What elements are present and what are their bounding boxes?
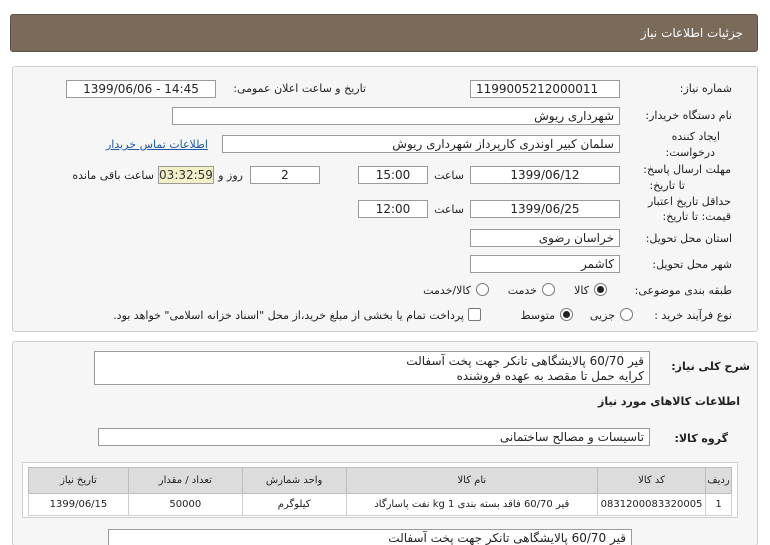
announce-label: تاریخ و ساعت اعلان عمومی: (233, 82, 366, 95)
col-goods-code: کد کالا (597, 467, 707, 494)
city-field: کاشمر (470, 255, 620, 273)
reply-time-field: 15:00 (358, 166, 428, 184)
process-minor-radio[interactable] (620, 308, 633, 321)
remaining-label: ساعت باقی مانده (72, 169, 154, 182)
treasury-payment-note: پرداخت تمام یا بخشی از مبلغ خرید،از محل … (113, 309, 464, 322)
cell-goods-name: قیر 60/70 فاقد بسته بندی 1 kg نفت پاسارگ… (345, 493, 599, 516)
description-line-2: کرایه حمل تا مقصد به عهده فروشنده (456, 369, 644, 383)
goods-group-label: گروه کالا: (674, 432, 728, 445)
need-number-field: 1199005212000011 (470, 80, 620, 98)
col-quantity: تعداد / مقدار (127, 467, 243, 494)
col-goods-name: نام کالا (345, 467, 599, 494)
category-goods-service-radio[interactable] (476, 283, 489, 296)
days-label: روز و (218, 169, 243, 182)
treasury-payment-checkbox[interactable] (468, 308, 481, 321)
header-bar: جزئیات اطلاعات نیاز (10, 14, 758, 52)
goods-info-title: اطلاعات کالاهای مورد نیاز (598, 395, 740, 408)
process-medium-label: متوسط (520, 309, 555, 322)
buyer-org-field: شهرداری ریوش (172, 107, 620, 125)
description-box: قیر 60/70 پالایشگاهی تانکر جهت پخت آسفال… (94, 351, 650, 385)
category-goods-label: کالا (574, 284, 589, 297)
cell-row-number: 1 (705, 493, 732, 516)
description-line-1: قیر 60/70 پالایشگاهی تانکر جهت پخت آسفال… (406, 354, 644, 368)
cell-quantity: 50000 (127, 493, 243, 516)
contact-buyer-link[interactable]: اطلاعات تماس خریدار (106, 138, 208, 151)
goods-group-field: تاسیسات و مصالح ساختمانی (98, 428, 650, 446)
province-label: استان محل تحویل: (645, 232, 732, 245)
bottom-description-box: قیر 60/70 پالایشگاهی تانکر جهت پخت آسفال… (108, 529, 632, 545)
category-label: طبقه بندی موضوعی: (634, 284, 732, 297)
creator-label-2: درخواست: (665, 146, 715, 159)
col-row-number: ردیف (705, 467, 732, 494)
page-title: جزئیات اطلاعات نیاز (640, 26, 743, 40)
creator-label-1: ایجاد کننده (671, 130, 720, 143)
buyer-org-label: نام دستگاه خریدار: (645, 109, 732, 122)
goods-table: ردیف کد کالا نام کالا واحد شمارش تعداد /… (28, 467, 732, 516)
process-label: نوع فرآیند خرید : (654, 309, 732, 322)
reply-deadline-label-1: مهلت ارسال پاسخ: (643, 163, 731, 176)
category-goods-service-label: کالا/خدمت (423, 284, 471, 297)
announce-field: 1399/06/06 - 14:45 (66, 80, 216, 98)
city-label: شهر محل تحویل: (652, 258, 732, 271)
description-label: شرح کلی نیاز: (671, 360, 750, 373)
validity-time-field: 12:00 (358, 200, 428, 218)
cell-need-date: 1399/06/15 (28, 493, 129, 516)
category-service-label: خدمت (507, 284, 537, 297)
creator-field: سلمان کبیر اوندری کارپرداز شهرداری ریوش (222, 135, 620, 153)
cell-unit: کیلوگرم (241, 493, 347, 516)
table-row[interactable]: 1 0831200083320005 قیر 60/70 فاقد بسته ب… (28, 493, 732, 516)
process-minor-label: جزیی (589, 309, 615, 322)
reply-deadline-label-2: تا تاریخ: (649, 179, 685, 192)
need-number-label: شماره نیاز: (679, 82, 732, 95)
province-field: خراسان رضوی (470, 229, 620, 247)
col-need-date: تاریخ نیاز (28, 467, 129, 494)
reply-date-field: 1399/06/12 (470, 166, 620, 184)
validity-label-2: قیمت: تا تاریخ: (662, 210, 731, 223)
process-medium-radio[interactable] (560, 308, 573, 321)
col-unit: واحد شمارش (241, 467, 347, 494)
countdown-timer: 03:32:59 (158, 166, 214, 184)
category-service-radio[interactable] (542, 283, 555, 296)
category-goods-radio[interactable] (594, 283, 607, 296)
cell-goods-code: 0831200083320005 (597, 493, 707, 516)
days-field: 2 (250, 166, 320, 184)
validity-time-label: ساعت (434, 203, 464, 216)
reply-time-label: ساعت (434, 169, 464, 182)
table-header-row: ردیف کد کالا نام کالا واحد شمارش تعداد /… (28, 467, 732, 494)
validity-date-field: 1399/06/25 (470, 200, 620, 218)
validity-label-1: حداقل تاریخ اعتبار (647, 195, 731, 208)
